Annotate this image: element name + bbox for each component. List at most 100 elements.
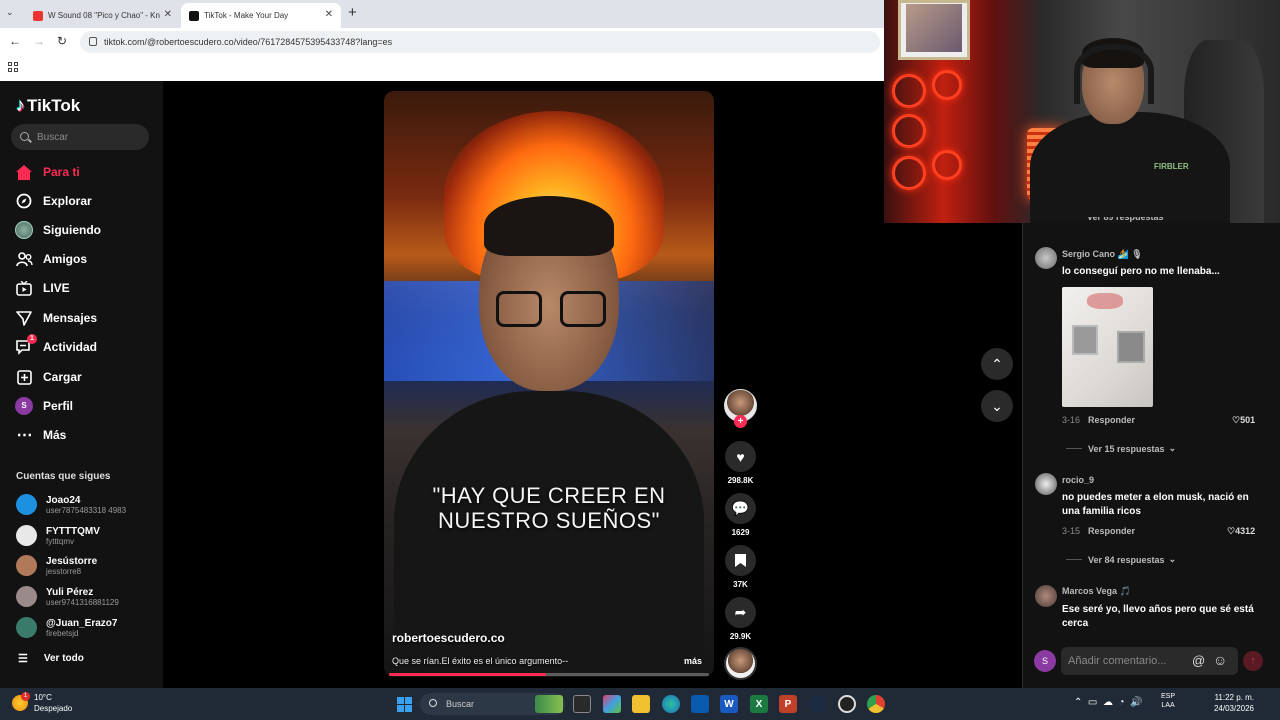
tab-title: TikTok - Make Your Day [204, 11, 289, 20]
chrome-icon[interactable] [867, 695, 885, 713]
comment-image[interactable] [1062, 287, 1153, 407]
account-username: jesstorre8 [46, 566, 82, 576]
followed-account[interactable]: Joao24 user7875483318 4983 [16, 494, 126, 515]
sidebar: ♪ TikTok Buscar Para ti Explorar Siguien… [0, 81, 163, 688]
video-author[interactable]: robertoescudero.co [392, 631, 505, 645]
store-icon[interactable] [691, 695, 709, 713]
task-view-icon[interactable] [573, 695, 591, 713]
powerpoint-icon[interactable]: P [779, 695, 797, 713]
nav-item-cargar[interactable]: Cargar [15, 366, 82, 388]
forward-icon[interactable]: → [33, 34, 45, 48]
like-button[interactable]: ♥ 298.8K [724, 441, 757, 485]
followed-account[interactable]: Yuli Pérez user9741316881129 [16, 586, 119, 607]
edge-icon[interactable] [662, 695, 680, 713]
view-replies-button[interactable]: Ver 15 respuestas ⌄ [1066, 443, 1176, 454]
comments-panel: Sergio Cano 🏄 🎙 lo conseguí pero no me l… [1022, 223, 1280, 688]
reply-button[interactable]: Responder [1088, 415, 1135, 425]
comment-like[interactable]: ♡4312 [1227, 526, 1255, 537]
activity-badge: 1 [27, 334, 37, 344]
comment-username[interactable]: Sergio Cano 🏄 🎙 [1062, 249, 1143, 260]
system-tray[interactable]: ⌃ ▭ ☁ ◔ 🔊 [1074, 697, 1143, 708]
search-input[interactable]: Buscar [11, 124, 149, 150]
send-comment-button[interactable]: ↑ [1243, 651, 1263, 671]
comment-button[interactable]: 💬 1629 [724, 493, 757, 537]
save-button[interactable]: 37K [724, 545, 757, 589]
comment-count: 1629 [731, 528, 750, 537]
tab-tiktok[interactable]: TikTok - Make Your Day ✕ [181, 3, 341, 28]
music-disc[interactable] [724, 647, 757, 680]
video-progress-bar[interactable] [389, 673, 709, 676]
nav-item-siguiendo[interactable]: Siguiendo [15, 219, 101, 241]
comment-placeholder: Añadir comentario... [1068, 655, 1167, 667]
comment-username[interactable]: rocio_9 [1062, 475, 1094, 485]
file-explorer-icon[interactable] [632, 695, 650, 713]
heart-icon: ♥ [725, 441, 756, 472]
comment-like[interactable]: ♡501 [1232, 415, 1255, 426]
video-progress-fill [389, 673, 546, 676]
widget-landscape-icon [535, 695, 563, 713]
new-tab-icon[interactable]: + [348, 4, 357, 21]
word-icon[interactable]: W [720, 695, 738, 713]
lang-top: ESP [1161, 693, 1176, 700]
excel-icon[interactable]: X [750, 695, 768, 713]
share-button[interactable]: ➦ 29.9K [724, 597, 757, 641]
url-field[interactable]: tiktok.com/@robertoescudero.co/video/761… [80, 31, 880, 53]
weather-widget[interactable]: 1 10°C Despejado [12, 692, 72, 714]
more-button[interactable]: más [684, 656, 702, 666]
see-all-button[interactable]: ☰ Ver todo [18, 652, 84, 665]
clock[interactable]: 11:22 p. m. 24/03/2026 [1196, 692, 1254, 714]
reply-button[interactable]: Responder [1088, 526, 1135, 536]
see-all-label: Ver todo [43, 653, 84, 664]
address-bar-row: ← → ↻ tiktok.com/@robertoescudero.co/vid… [0, 28, 884, 56]
divider [1066, 448, 1082, 449]
previous-video-button[interactable]: ⌃ [981, 348, 1013, 380]
followed-account[interactable]: FYTTTQMV fytttqmv [16, 525, 100, 546]
nav-item-explorar[interactable]: Explorar [15, 190, 92, 212]
comment-date: 3-15 [1062, 526, 1081, 536]
next-video-button[interactable]: ⌄ [981, 390, 1013, 422]
view-replies-button-cut[interactable]: Ver 89 respuestas [1087, 217, 1164, 223]
comment-like-count: 501 [1240, 415, 1256, 425]
nav-label: Mensajes [43, 311, 98, 325]
nav-item-perfil[interactable]: S Perfil [15, 395, 73, 417]
followed-account[interactable]: @Juan_Erazo7 firebetsjd [16, 617, 117, 638]
close-tab-icon[interactable]: ✕ [164, 9, 172, 20]
tab-youtube[interactable]: W Sound 08 "Pico y Chao" - Kn ✕ [25, 3, 180, 28]
nav-item-mensajes[interactable]: Mensajes [15, 307, 97, 329]
copilot-icon[interactable] [603, 695, 621, 713]
nav-item-actividad[interactable]: 1 Actividad [15, 334, 97, 358]
activity-icon: 1 [15, 334, 37, 356]
windows-start-icon[interactable] [397, 697, 412, 712]
video-player[interactable]: "HAY QUE CREER EN NUESTRO SUEÑOS" robert… [384, 91, 714, 677]
reload-icon[interactable]: ↻ [57, 34, 67, 48]
comment-input[interactable]: Añadir comentario... [1061, 647, 1238, 675]
account-name: Yuli Pérez [46, 586, 94, 598]
site-info-icon[interactable] [89, 37, 97, 46]
headphones [1074, 44, 1154, 104]
video-description: Que se rían.El éxito es el único argumen… [392, 656, 569, 666]
close-tab-icon[interactable]: ✕ [325, 9, 333, 20]
tiktok-logo[interactable]: ♪ TikTok [16, 95, 80, 116]
avatar[interactable] [1035, 473, 1057, 495]
avatar[interactable] [1035, 585, 1057, 607]
apps-grid-icon[interactable] [8, 62, 18, 72]
like-count: 298.8K [727, 476, 754, 485]
comment-username[interactable]: Marcos Vega 🎵 [1062, 586, 1131, 597]
steam-icon[interactable] [808, 695, 826, 713]
emoji-icon[interactable]: ☺ [1213, 652, 1227, 668]
view-replies-button[interactable]: Ver 84 respuestas ⌄ [1066, 554, 1176, 565]
nav-item-live[interactable]: LIVE [15, 277, 70, 299]
tab-search-chevron-icon[interactable]: ⌄ [6, 7, 14, 18]
nav-item-mas[interactable]: ⋯ Más [15, 424, 67, 446]
followed-account[interactable]: Jesústorre jesstorre8 [16, 555, 97, 576]
follow-plus-icon[interactable]: + [734, 415, 747, 428]
mention-icon[interactable]: @ [1192, 653, 1205, 668]
avatar[interactable] [1035, 247, 1057, 269]
comment-text: no puedes meter a elon musk, nació en un… [1062, 492, 1249, 517]
nav-item-amigos[interactable]: Amigos [15, 248, 87, 270]
language-indicator[interactable]: ESP LAA [1161, 692, 1175, 710]
account-username: user9741316881129 [46, 597, 119, 607]
back-icon[interactable]: ← [9, 34, 21, 48]
obs-icon[interactable] [838, 695, 856, 713]
nav-item-para-ti[interactable]: Para ti [15, 161, 80, 183]
